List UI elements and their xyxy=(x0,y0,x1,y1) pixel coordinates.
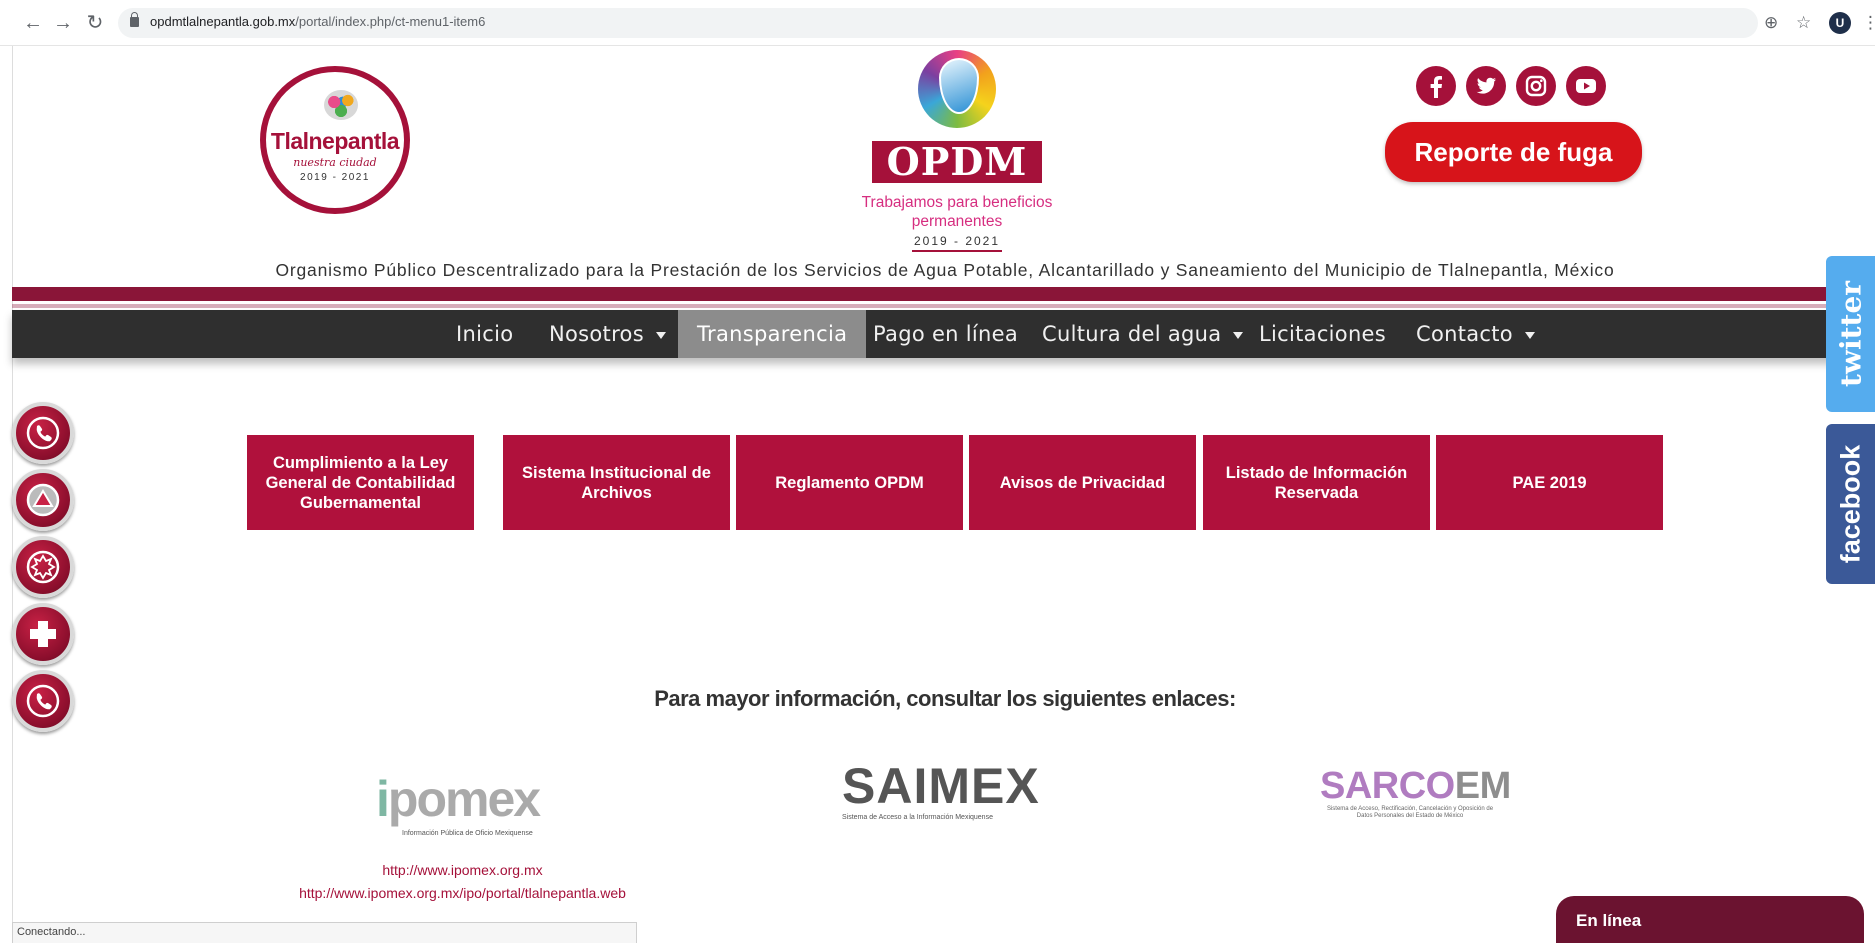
alert-icon[interactable] xyxy=(12,469,74,531)
organization-name: Organismo Público Descentralizado para l… xyxy=(275,260,1615,280)
tlalnepantla-years: 2019 - 2021 xyxy=(300,172,370,183)
caret-down-icon xyxy=(1524,331,1535,339)
caret-down-icon xyxy=(1233,331,1244,339)
zoom-icon[interactable]: ⊕ xyxy=(1764,13,1778,33)
facebook-icon[interactable] xyxy=(1416,66,1456,106)
ipomex-portal-link[interactable]: http://www.ipomex.org.mx/ipo/portal/tlal… xyxy=(0,885,925,901)
avisos-privacidad-button[interactable]: Avisos de Privacidad xyxy=(969,435,1196,530)
profile-avatar[interactable]: U xyxy=(1829,12,1851,34)
saimex-logo[interactable]: SAIMEX Sistema de Acceso a la Informació… xyxy=(842,758,1042,830)
saimex-word: SAIMEX xyxy=(842,758,1040,814)
fire-icon[interactable] xyxy=(12,536,74,598)
instagram-icon[interactable] xyxy=(1516,66,1556,106)
nav-label: Licitaciones xyxy=(1259,322,1387,346)
ipomex-logo[interactable]: ipomex Información Pública de Oficio Mex… xyxy=(366,760,556,842)
sarcoem-logo[interactable]: SARCOEM Sistema de Acceso, Rectificación… xyxy=(1320,765,1511,826)
ipomex-caption: Información Pública de Oficio Mexiquense xyxy=(402,830,533,837)
pae-2019-button[interactable]: PAE 2019 xyxy=(1436,435,1663,530)
caret-down-icon xyxy=(655,331,666,339)
facebook-tab-label: facebook xyxy=(1835,444,1865,564)
twitter-side-tab[interactable]: twitter xyxy=(1826,256,1875,412)
opdm-years: 2019 - 2021 xyxy=(913,234,1001,248)
nav-item-cultura-del-agua[interactable]: Cultura del agua xyxy=(1042,310,1244,358)
back-arrow-icon[interactable]: ← xyxy=(22,12,44,34)
reglamento-opdm-button[interactable]: Reglamento OPDM xyxy=(736,435,963,530)
nav-label: Transparencia xyxy=(697,322,848,346)
sistema-archivos-button[interactable]: Sistema Institucional de Archivos xyxy=(503,435,730,530)
lock-icon[interactable] xyxy=(130,12,139,27)
opdm-tagline: Trabajamos para beneficios permanentes xyxy=(861,194,1053,230)
nav-item-licitaciones[interactable]: Licitaciones xyxy=(1259,310,1386,358)
nav-label: Inicio xyxy=(456,322,514,346)
more-info-heading: Para mayor información, consultar los si… xyxy=(654,686,1236,711)
opdm-divider xyxy=(912,250,1002,252)
nav-label: Pago en línea xyxy=(873,322,1019,346)
water-drop-icon[interactable] xyxy=(918,50,996,128)
youtube-icon[interactable] xyxy=(1566,66,1606,106)
ipomex-link[interactable]: http://www.ipomex.org.mx xyxy=(0,862,925,878)
chat-widget-tab[interactable]: En línea xyxy=(1556,896,1864,943)
contabilidad-gubernamental-button[interactable]: Cumplimiento a la Ley General de Contabi… xyxy=(247,435,474,530)
ipomex-word-rest: pomex xyxy=(387,771,541,827)
forward-arrow-icon[interactable]: → xyxy=(52,12,74,34)
nav-item-inicio[interactable]: Inicio xyxy=(456,310,513,358)
nav-label: Cultura del agua xyxy=(1042,322,1222,346)
tlalnepantla-tagline: nuestra ciudad xyxy=(293,156,377,169)
bookmark-star-icon[interactable]: ☆ xyxy=(1796,13,1811,33)
facebook-side-tab[interactable]: facebook xyxy=(1826,424,1875,584)
sarcoem-caption: Sistema de Acceso, Rectificación, Cancel… xyxy=(1326,806,1494,819)
informacion-reservada-button[interactable]: Listado de Información Reservada xyxy=(1203,435,1430,530)
tree-icon xyxy=(324,90,358,120)
reload-icon[interactable]: ↻ xyxy=(84,12,106,34)
nav-item-contacto[interactable]: Contacto xyxy=(1416,310,1535,358)
twitter-tab-label: twitter xyxy=(1834,280,1867,388)
ipomex-word-i: i xyxy=(376,771,390,827)
tlalnepantla-name: Tlalnepantla xyxy=(270,128,400,154)
twitter-icon[interactable] xyxy=(1466,66,1506,106)
header-band xyxy=(12,287,1875,301)
medical-cross-icon[interactable] xyxy=(12,603,74,665)
sarcoem-word-b: EM xyxy=(1454,765,1512,807)
saimex-caption: Sistema de Acceso a la Información Mexiq… xyxy=(842,814,993,821)
nav-item-pago-en-linea[interactable]: Pago en línea xyxy=(873,310,1018,358)
tlalnepantla-logo[interactable]: Tlalnepantla nuestra ciudad 2019 - 2021 xyxy=(260,66,410,214)
nav-label: Contacto xyxy=(1416,322,1513,346)
url-text[interactable]: opdmtlalnepantla.gob.mx/portal/index.php… xyxy=(150,14,485,29)
report-leak-button[interactable]: Reporte de fuga xyxy=(1385,122,1642,182)
nav-item-nosotros[interactable]: Nosotros xyxy=(549,310,666,358)
browser-toolbar: ← → ↻ opdmtlalnepantla.gob.mx/portal/ind… xyxy=(0,0,1875,46)
nav-label: Nosotros xyxy=(549,322,644,346)
status-bar: Conectando... xyxy=(12,922,637,943)
main-nav: Inicio Nosotros Transparencia Pago en lí… xyxy=(12,310,1875,358)
header-band-shadow xyxy=(12,304,1875,308)
phone-icon[interactable] xyxy=(12,402,74,464)
sarcoem-word-a: SARCO xyxy=(1320,765,1455,807)
menu-dots-icon[interactable]: ⋮ xyxy=(1862,13,1875,33)
nav-item-transparencia[interactable]: Transparencia xyxy=(678,310,867,358)
opdm-logo[interactable]: OPDM xyxy=(872,141,1042,183)
